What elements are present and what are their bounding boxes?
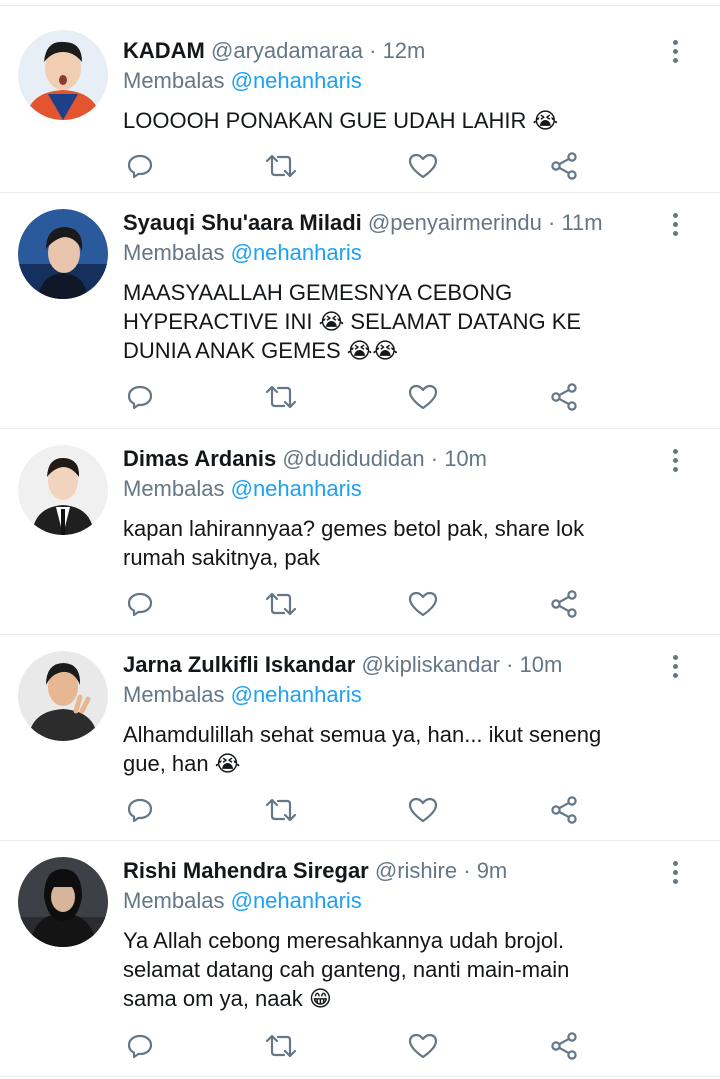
separator-dot: · bbox=[547, 210, 556, 235]
more-vertical-icon[interactable] bbox=[670, 449, 680, 475]
reply-icon[interactable] bbox=[123, 793, 157, 827]
retweet-icon[interactable] bbox=[264, 1029, 298, 1063]
author-name[interactable]: Rishi Mahendra Siregar bbox=[123, 858, 369, 883]
tweet-text-line: Ya Allah cebong meresahkannya udah brojo… bbox=[123, 928, 565, 953]
tweet-text-line: LOOOOH PONAKAN GUE UDAH LAHIR 😭 bbox=[123, 108, 559, 133]
reply-mention-link[interactable]: @nehanharis bbox=[231, 476, 362, 501]
timestamp[interactable]: 10m bbox=[520, 652, 563, 677]
avatar[interactable] bbox=[18, 209, 108, 299]
reply-mention-link[interactable]: @nehanharis bbox=[231, 68, 362, 93]
reply-prefix: Membalas bbox=[123, 476, 225, 501]
heart-icon[interactable] bbox=[406, 380, 440, 414]
reply-icon[interactable] bbox=[123, 149, 157, 183]
timestamp[interactable]: 11m bbox=[561, 210, 602, 235]
tweet-text: Ya Allah cebong meresahkannya udah brojo… bbox=[123, 926, 680, 1013]
retweet-icon[interactable] bbox=[264, 587, 298, 621]
reply-prefix: Membalas bbox=[123, 682, 225, 707]
retweet-icon[interactable] bbox=[264, 149, 298, 183]
reply-context: Membalas @nehanharis bbox=[123, 474, 680, 504]
author-handle[interactable]: @penyairmerindu bbox=[368, 210, 542, 235]
reply-prefix: Membalas bbox=[123, 68, 225, 93]
more-vertical-icon[interactable] bbox=[670, 861, 680, 887]
tweet-text-line: Alhamdulillah sehat semua ya, han... iku… bbox=[123, 722, 602, 747]
author-name[interactable]: Jarna Zulkifli Iskandar bbox=[123, 652, 355, 677]
more-vertical-icon[interactable] bbox=[670, 655, 680, 681]
tweet-text-line: MAASYAALLAH GEMESNYA CEBONG bbox=[123, 280, 513, 305]
heart-icon[interactable] bbox=[406, 793, 440, 827]
separator-dot: · bbox=[369, 38, 377, 63]
tweet-text-line: gue, han 😭 bbox=[123, 751, 241, 776]
tweet-text: LOOOOH PONAKAN GUE UDAH LAHIR 😭 bbox=[123, 106, 680, 135]
author-handle[interactable]: @kipliskandar bbox=[361, 652, 500, 677]
timestamp[interactable]: 12m bbox=[383, 38, 426, 63]
avatar[interactable] bbox=[18, 857, 108, 947]
tweet-text-line: selamat datang cah ganteng, nanti main-m… bbox=[123, 957, 570, 982]
reply-mention-link[interactable]: @nehanharis bbox=[231, 888, 362, 913]
reply-tweet[interactable]: Dimas Ardanis @dudidudidan · 10m Membala… bbox=[0, 429, 720, 635]
tweet-text-line: sama om ya, naak 😁 bbox=[123, 986, 332, 1011]
reply-context: Membalas @nehanharis bbox=[123, 66, 680, 96]
timestamp[interactable]: 10m bbox=[444, 446, 487, 471]
author-handle[interactable]: @aryadamaraa bbox=[211, 38, 363, 63]
reply-tweet[interactable]: Jarna Zulkifli Iskandar @kipliskandar · … bbox=[0, 635, 720, 841]
reply-icon[interactable] bbox=[123, 587, 157, 621]
tweet-text: kapan lahirannyaa? gemes betol pak, shar… bbox=[123, 514, 680, 572]
separator-dot: · bbox=[430, 446, 439, 471]
reply-context: Membalas @nehanharis bbox=[123, 238, 680, 268]
author-handle[interactable]: @dudidudidan bbox=[282, 446, 424, 471]
more-vertical-icon[interactable] bbox=[670, 213, 680, 239]
author-name[interactable]: Dimas Ardanis bbox=[123, 446, 276, 471]
share-icon[interactable] bbox=[547, 587, 581, 621]
tweet-text: MAASYAALLAH GEMESNYA CEBONG HYPERACTIVE … bbox=[123, 278, 680, 365]
tweet-text-line: rumah sakitnya, pak bbox=[123, 545, 320, 570]
heart-icon[interactable] bbox=[406, 587, 440, 621]
reply-mention-link[interactable]: @nehanharis bbox=[231, 682, 362, 707]
tweet-text-line: DUNIA ANAK GEMES 😭😭 bbox=[123, 338, 399, 363]
avatar[interactable] bbox=[18, 30, 108, 120]
reply-icon[interactable] bbox=[123, 380, 157, 414]
tweet-text-line: kapan lahirannyaa? gemes betol pak, shar… bbox=[123, 516, 585, 541]
author-name[interactable]: KADAM bbox=[123, 38, 205, 63]
heart-icon[interactable] bbox=[406, 149, 440, 183]
reply-icon[interactable] bbox=[123, 1029, 157, 1063]
reply-tweet[interactable]: KADAM @aryadamaraa · 12m Membalas @nehan… bbox=[0, 6, 720, 193]
author-handle[interactable]: @rishire bbox=[375, 858, 457, 883]
reply-mention-link[interactable]: @nehanharis bbox=[231, 240, 362, 265]
reply-prefix: Membalas bbox=[123, 888, 225, 913]
separator-dot: · bbox=[463, 858, 471, 883]
tweet-text: Alhamdulillah sehat semua ya, han... iku… bbox=[123, 720, 680, 778]
reply-tweet[interactable]: Rishi Mahendra Siregar @rishire · 9m Mem… bbox=[0, 841, 720, 1077]
reply-tweet[interactable]: Syauqi Shu'aara Miladi @penyairmerindu ·… bbox=[0, 193, 720, 429]
timestamp[interactable]: 9m bbox=[477, 858, 508, 883]
retweet-icon[interactable] bbox=[264, 380, 298, 414]
reply-context: Membalas @nehanharis bbox=[123, 886, 680, 916]
share-icon[interactable] bbox=[547, 149, 581, 183]
reply-context: Membalas @nehanharis bbox=[123, 680, 680, 710]
tweet-text-line: HYPERACTIVE INI 😭 SELAMAT DATANG KE bbox=[123, 309, 582, 334]
share-icon[interactable] bbox=[547, 380, 581, 414]
retweet-icon[interactable] bbox=[264, 793, 298, 827]
avatar[interactable] bbox=[18, 651, 108, 741]
share-icon[interactable] bbox=[547, 1029, 581, 1063]
share-icon[interactable] bbox=[547, 793, 581, 827]
separator-dot: · bbox=[506, 652, 514, 677]
author-name[interactable]: Syauqi Shu'aara Miladi bbox=[123, 210, 362, 235]
avatar[interactable] bbox=[18, 445, 108, 535]
more-vertical-icon[interactable] bbox=[670, 40, 680, 66]
heart-icon[interactable] bbox=[406, 1029, 440, 1063]
reply-prefix: Membalas bbox=[123, 240, 225, 265]
